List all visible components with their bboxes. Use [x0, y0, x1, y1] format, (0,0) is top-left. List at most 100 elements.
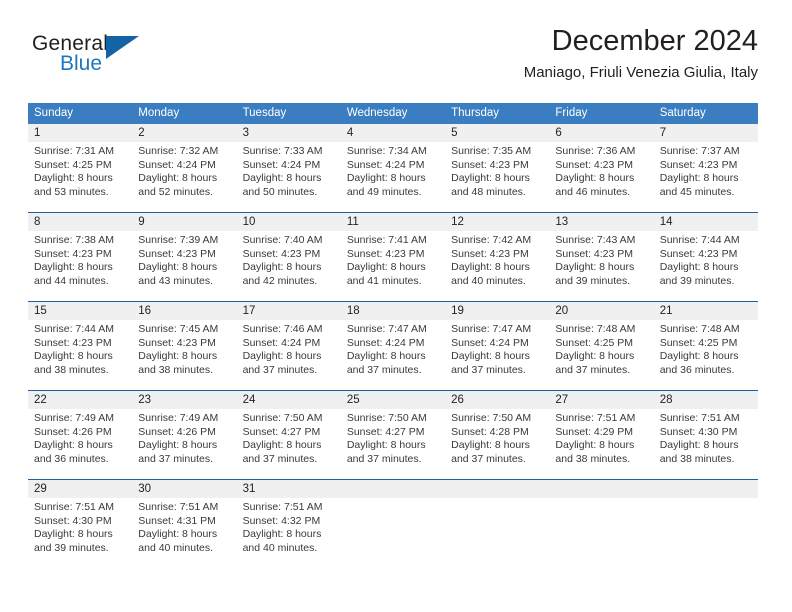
sunset-text: Sunset: 4:23 PM	[659, 158, 738, 171]
day-number: 21	[659, 305, 673, 317]
daylight-text-line1: Daylight: 8 hours	[555, 261, 635, 274]
daylight-text-line2: and 50 minutes.	[242, 185, 318, 198]
week-cells: 15 Sunrise: 7:44 AM Sunset: 4:23 PM Dayligh…	[28, 302, 758, 390]
sunrise-text: Sunrise: 7:51 AM	[242, 501, 323, 513]
day-cell[interactable]: 25 Sunrise: 7:50 AM Sunset: 4:27 PM Dayligh…	[340, 391, 446, 479]
day-number-band: 7	[653, 124, 758, 142]
day-cell[interactable]: 18 Sunrise: 7:47 AM Sunset: 4:24 PM Dayligh…	[340, 302, 446, 390]
day-cell[interactable]: 4 Sunrise: 7:34 AM Sunset: 4:24 PM Daylight…	[340, 124, 446, 212]
calendar-week-row: 22 Sunrise: 7:49 AM Sunset: 4:26 PM Dayligh…	[28, 390, 758, 479]
day-details: Sunrise: 7:45 AM Sunset: 4:23 PM Daylight:…	[132, 320, 236, 377]
daylight-text-line1: Daylight: 8 hours	[138, 439, 218, 452]
general-blue-logo[interactable]: General Blue	[32, 32, 182, 88]
sunrise-text: Sunrise: 7:51 AM	[138, 501, 219, 513]
weekday-header-row: Sunday Monday Tuesday Wednesday Thursday Frid…	[28, 103, 758, 124]
day-number-band: 22	[28, 391, 133, 409]
day-details: Sunrise: 7:49 AM Sunset: 4:26 PM Daylight:…	[132, 409, 236, 466]
daylight-text-line2: and 39 minutes.	[659, 274, 735, 287]
day-cell[interactable]: 27 Sunrise: 7:51 AM Sunset: 4:29 PM Dayligh…	[549, 391, 654, 479]
title-block: December 2024 Maniago, Friuli Venezia Gi…	[524, 24, 758, 83]
daylight-text-line2: and 36 minutes.	[659, 363, 735, 376]
daylight-text-line1: Daylight: 8 hours	[451, 439, 530, 452]
weekday-header-friday: Friday	[555, 107, 588, 119]
daylight-text-line1: Daylight: 8 hours	[242, 350, 322, 363]
day-cell[interactable]: 14 Sunrise: 7:44 AM Sunset: 4:23 PM Dayligh…	[653, 213, 758, 301]
sunset-text: Sunset: 4:28 PM	[451, 425, 529, 438]
daylight-text-line2: and 49 minutes.	[346, 185, 422, 198]
day-cell[interactable]: 20 Sunrise: 7:48 AM Sunset: 4:25 PM Dayligh…	[549, 302, 654, 390]
day-cell[interactable]: 11 Sunrise: 7:41 AM Sunset: 4:23 PM Dayligh…	[340, 213, 446, 301]
day-cell[interactable]: 29 Sunrise: 7:51 AM Sunset: 4:30 PM Dayligh…	[28, 480, 133, 568]
day-cell-empty	[653, 480, 758, 568]
day-cell[interactable]: 10 Sunrise: 7:40 AM Sunset: 4:23 PM Dayligh…	[236, 213, 341, 301]
day-details: Sunrise: 7:39 AM Sunset: 4:23 PM Daylight:…	[132, 231, 236, 288]
day-cell[interactable]: 7 Sunrise: 7:37 AM Sunset: 4:23 PM Daylight…	[653, 124, 758, 212]
daylight-text-line2: and 42 minutes.	[242, 274, 318, 287]
day-cell[interactable]: 19 Sunrise: 7:47 AM Sunset: 4:24 PM Dayligh…	[445, 302, 550, 390]
day-number-band	[653, 480, 758, 498]
day-cell[interactable]: 6 Sunrise: 7:36 AM Sunset: 4:23 PM Daylight…	[549, 124, 654, 212]
day-number-band: 17	[236, 302, 341, 320]
sunrise-text: Sunrise: 7:39 AM	[138, 234, 219, 246]
day-details: Sunrise: 7:51 AM Sunset: 4:30 PM Daylight:…	[654, 409, 758, 466]
day-cell[interactable]: 22 Sunrise: 7:49 AM Sunset: 4:26 PM Dayligh…	[28, 391, 133, 479]
week-cells: 22 Sunrise: 7:49 AM Sunset: 4:26 PM Dayligh…	[28, 391, 758, 479]
day-number: 18	[346, 305, 360, 317]
sunset-text: Sunset: 4:27 PM	[346, 425, 425, 438]
day-number-band	[340, 480, 446, 498]
sunset-text: Sunset: 4:23 PM	[34, 247, 112, 260]
day-number-band: 18	[340, 302, 446, 320]
sunset-text: Sunset: 4:25 PM	[555, 336, 634, 349]
sunrise-text: Sunrise: 7:45 AM	[138, 323, 219, 335]
daylight-text-line2: and 37 minutes.	[451, 452, 526, 465]
day-cell[interactable]: 17 Sunrise: 7:46 AM Sunset: 4:24 PM Dayligh…	[236, 302, 341, 390]
day-cell[interactable]: 13 Sunrise: 7:43 AM Sunset: 4:23 PM Dayligh…	[549, 213, 654, 301]
daylight-text-line1: Daylight: 8 hours	[138, 350, 218, 363]
day-number-band	[549, 480, 654, 498]
day-details: Sunrise: 7:48 AM Sunset: 4:25 PM Daylight:…	[549, 320, 653, 377]
day-details	[445, 498, 549, 501]
day-cell[interactable]: 26 Sunrise: 7:50 AM Sunset: 4:28 PM Dayligh…	[445, 391, 550, 479]
day-number: 25	[346, 394, 360, 406]
daylight-text-line1: Daylight: 8 hours	[555, 439, 635, 452]
day-cell[interactable]: 8 Sunrise: 7:38 AM Sunset: 4:23 PM Daylight…	[28, 213, 133, 301]
day-number-band: 4	[340, 124, 446, 142]
daylight-text-line2: and 43 minutes.	[138, 274, 213, 287]
day-number: 26	[451, 394, 464, 406]
day-cell[interactable]: 15 Sunrise: 7:44 AM Sunset: 4:23 PM Dayligh…	[28, 302, 133, 390]
daylight-text-line2: and 39 minutes.	[34, 541, 109, 554]
daylight-text-line2: and 37 minutes.	[138, 452, 213, 465]
sunset-text: Sunset: 4:26 PM	[34, 425, 112, 438]
day-cell[interactable]: 21 Sunrise: 7:48 AM Sunset: 4:25 PM Dayligh…	[653, 302, 758, 390]
day-details: Sunrise: 7:31 AM Sunset: 4:25 PM Daylight:…	[28, 142, 132, 199]
sunrise-text: Sunrise: 7:42 AM	[451, 234, 532, 246]
sunset-text: Sunset: 4:23 PM	[138, 336, 216, 349]
day-cell[interactable]: 1 Sunrise: 7:31 AM Sunset: 4:25 PM Daylight…	[28, 124, 133, 212]
day-cell[interactable]: 23 Sunrise: 7:49 AM Sunset: 4:26 PM Dayligh…	[132, 391, 237, 479]
sunset-text: Sunset: 4:23 PM	[555, 158, 634, 171]
day-cell[interactable]: 12 Sunrise: 7:42 AM Sunset: 4:23 PM Dayligh…	[445, 213, 550, 301]
day-cell[interactable]: 5 Sunrise: 7:35 AM Sunset: 4:23 PM Daylight…	[445, 124, 550, 212]
sunset-text: Sunset: 4:23 PM	[451, 158, 529, 171]
day-number: 22	[34, 394, 47, 406]
daylight-text-line1: Daylight: 8 hours	[659, 261, 739, 274]
day-cell[interactable]: 24 Sunrise: 7:50 AM Sunset: 4:27 PM Dayligh…	[236, 391, 341, 479]
day-cell[interactable]: 9 Sunrise: 7:39 AM Sunset: 4:23 PM Daylight…	[132, 213, 237, 301]
day-cell[interactable]: 31 Sunrise: 7:51 AM Sunset: 4:32 PM Dayligh…	[236, 480, 341, 568]
day-cell[interactable]: 30 Sunrise: 7:51 AM Sunset: 4:31 PM Dayligh…	[132, 480, 237, 568]
daylight-text-line1: Daylight: 8 hours	[346, 261, 426, 274]
day-cell[interactable]: 16 Sunrise: 7:45 AM Sunset: 4:23 PM Dayligh…	[132, 302, 237, 390]
day-cell[interactable]: 3 Sunrise: 7:33 AM Sunset: 4:24 PM Daylight…	[236, 124, 341, 212]
sunrise-text: Sunrise: 7:50 AM	[242, 412, 323, 424]
day-details: Sunrise: 7:35 AM Sunset: 4:23 PM Daylight:…	[445, 142, 549, 199]
daylight-text-line2: and 44 minutes.	[34, 274, 109, 287]
sunrise-text: Sunrise: 7:35 AM	[451, 145, 532, 157]
daylight-text-line1: Daylight: 8 hours	[346, 172, 426, 185]
day-number-band: 20	[549, 302, 654, 320]
day-cell[interactable]: 2 Sunrise: 7:32 AM Sunset: 4:24 PM Daylight…	[132, 124, 237, 212]
daylight-text-line1: Daylight: 8 hours	[555, 172, 635, 185]
day-number: 23	[138, 394, 152, 406]
day-cell[interactable]: 28 Sunrise: 7:51 AM Sunset: 4:30 PM Dayligh…	[653, 391, 758, 479]
day-details: Sunrise: 7:50 AM Sunset: 4:27 PM Daylight:…	[341, 409, 445, 466]
daylight-text-line2: and 52 minutes.	[138, 185, 213, 198]
